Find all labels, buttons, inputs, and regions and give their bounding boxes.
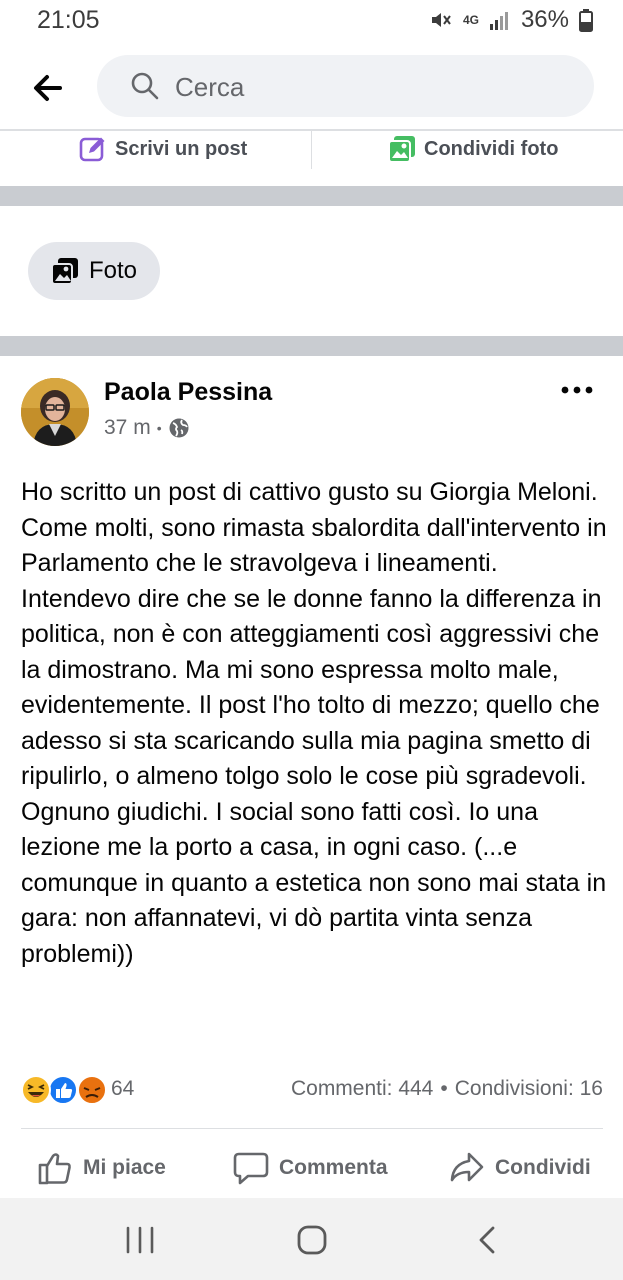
shares-count[interactable]: Condivisioni: 16 [455, 1077, 603, 1101]
share-arrow-icon [450, 1152, 484, 1182]
post-action-bar: Mi piace Commenta Condividi [0, 1140, 623, 1196]
write-post-button[interactable]: Scrivi un post [79, 131, 247, 167]
haha-reaction-icon [21, 1075, 51, 1105]
mute-icon [431, 13, 451, 27]
section-divider [0, 186, 623, 206]
more-options-icon[interactable] [560, 380, 594, 400]
like-button[interactable]: Mi piace [37, 1148, 166, 1188]
like-reaction-icon [48, 1075, 78, 1105]
comment-icon [233, 1152, 269, 1185]
system-back-icon[interactable] [468, 1220, 508, 1260]
author-name[interactable]: Paola Pessina [104, 378, 272, 407]
status-icons: 4G 36% [429, 6, 593, 34]
section-divider [0, 336, 623, 356]
photo-filter-chip[interactable]: Foto [28, 242, 160, 300]
status-bar: 21:05 4G 36% [0, 0, 623, 42]
search-icon [131, 72, 159, 100]
share-button[interactable]: Condividi [449, 1148, 591, 1188]
share-photo-button[interactable]: Condividi foto [388, 131, 558, 167]
battery-icon [579, 9, 593, 32]
network-type: 4G [462, 13, 479, 27]
system-nav-bar [0, 1198, 623, 1280]
recent-apps-icon[interactable] [120, 1220, 160, 1260]
thumbs-up-icon [38, 1153, 71, 1185]
composer-separator [311, 131, 312, 169]
stats-separator: • [440, 1077, 448, 1100]
meta-separator: • [156, 420, 162, 436]
post-time[interactable]: 37 m [104, 416, 151, 440]
edit-icon [79, 137, 105, 162]
photo-icon [388, 136, 415, 163]
home-icon[interactable] [292, 1220, 332, 1260]
top-bar [0, 48, 623, 128]
author-avatar[interactable] [21, 378, 89, 446]
battery-percent: 36% [520, 6, 569, 33]
status-time: 21:05 [37, 6, 100, 34]
post-stats: Commenti: 444 • Condivisioni: 16 [291, 1077, 603, 1101]
globe-icon [169, 418, 189, 438]
comment-label: Commenta [279, 1156, 388, 1179]
search-bar[interactable] [97, 55, 594, 117]
composer-actions: Scrivi un post Condividi foto [0, 131, 623, 187]
post-meta: 37 m • [104, 416, 190, 440]
photo-filter-label: Foto [88, 257, 138, 284]
angry-reaction-icon [77, 1075, 107, 1105]
back-arrow-icon[interactable] [30, 70, 66, 106]
reaction-count[interactable]: 64 [111, 1077, 134, 1101]
write-post-label: Scrivi un post [115, 137, 248, 160]
post-text: Ho scritto un post di cattivo gusto su G… [21, 478, 607, 968]
signal-icon [489, 12, 508, 30]
like-label: Mi piace [83, 1156, 166, 1179]
search-input[interactable] [173, 67, 557, 107]
share-photo-label: Condividi foto [424, 137, 559, 160]
reactions-row: 64 Commenti: 444 • Condivisioni: 16 [21, 1072, 603, 1108]
share-label: Condividi [495, 1156, 591, 1179]
actions-divider [21, 1128, 603, 1129]
reaction-icons[interactable] [21, 1074, 111, 1106]
photo-album-icon [50, 258, 78, 285]
comment-button[interactable]: Commenta [233, 1148, 388, 1188]
comments-count[interactable]: Commenti: 444 [291, 1077, 433, 1101]
